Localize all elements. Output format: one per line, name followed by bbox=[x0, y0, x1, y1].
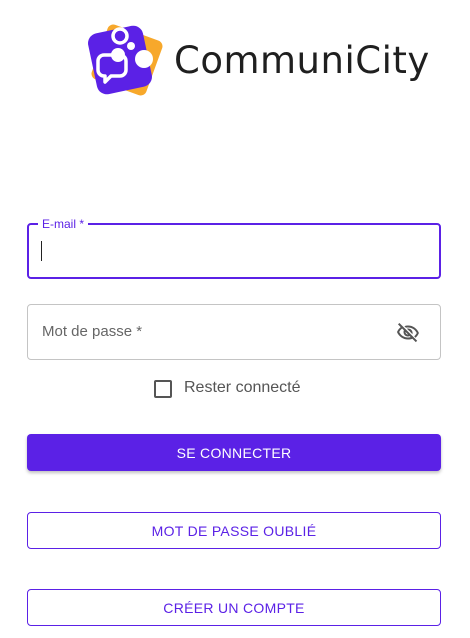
remember-label: Rester connecté bbox=[184, 379, 301, 396]
login-button[interactable]: SE CONNECTER bbox=[27, 434, 441, 471]
brand-name: CommuniCity bbox=[174, 39, 430, 82]
password-label: Mot de passe * bbox=[42, 323, 143, 340]
password-field[interactable]: Mot de passe * bbox=[27, 304, 441, 360]
communicity-logo-icon bbox=[88, 24, 163, 96]
remember-checkbox[interactable] bbox=[154, 380, 172, 398]
email-label: E-mail * bbox=[38, 217, 89, 231]
create-account-button[interactable]: CRÉER UN COMPTE bbox=[27, 589, 441, 626]
email-field[interactable]: E-mail * bbox=[27, 217, 441, 279]
forgot-password-button[interactable]: MOT DE PASSE OUBLIÉ bbox=[27, 512, 441, 549]
app-logo: CommuniCity bbox=[84, 21, 429, 101]
eye-off-icon[interactable] bbox=[396, 321, 420, 345]
text-cursor bbox=[41, 241, 42, 261]
